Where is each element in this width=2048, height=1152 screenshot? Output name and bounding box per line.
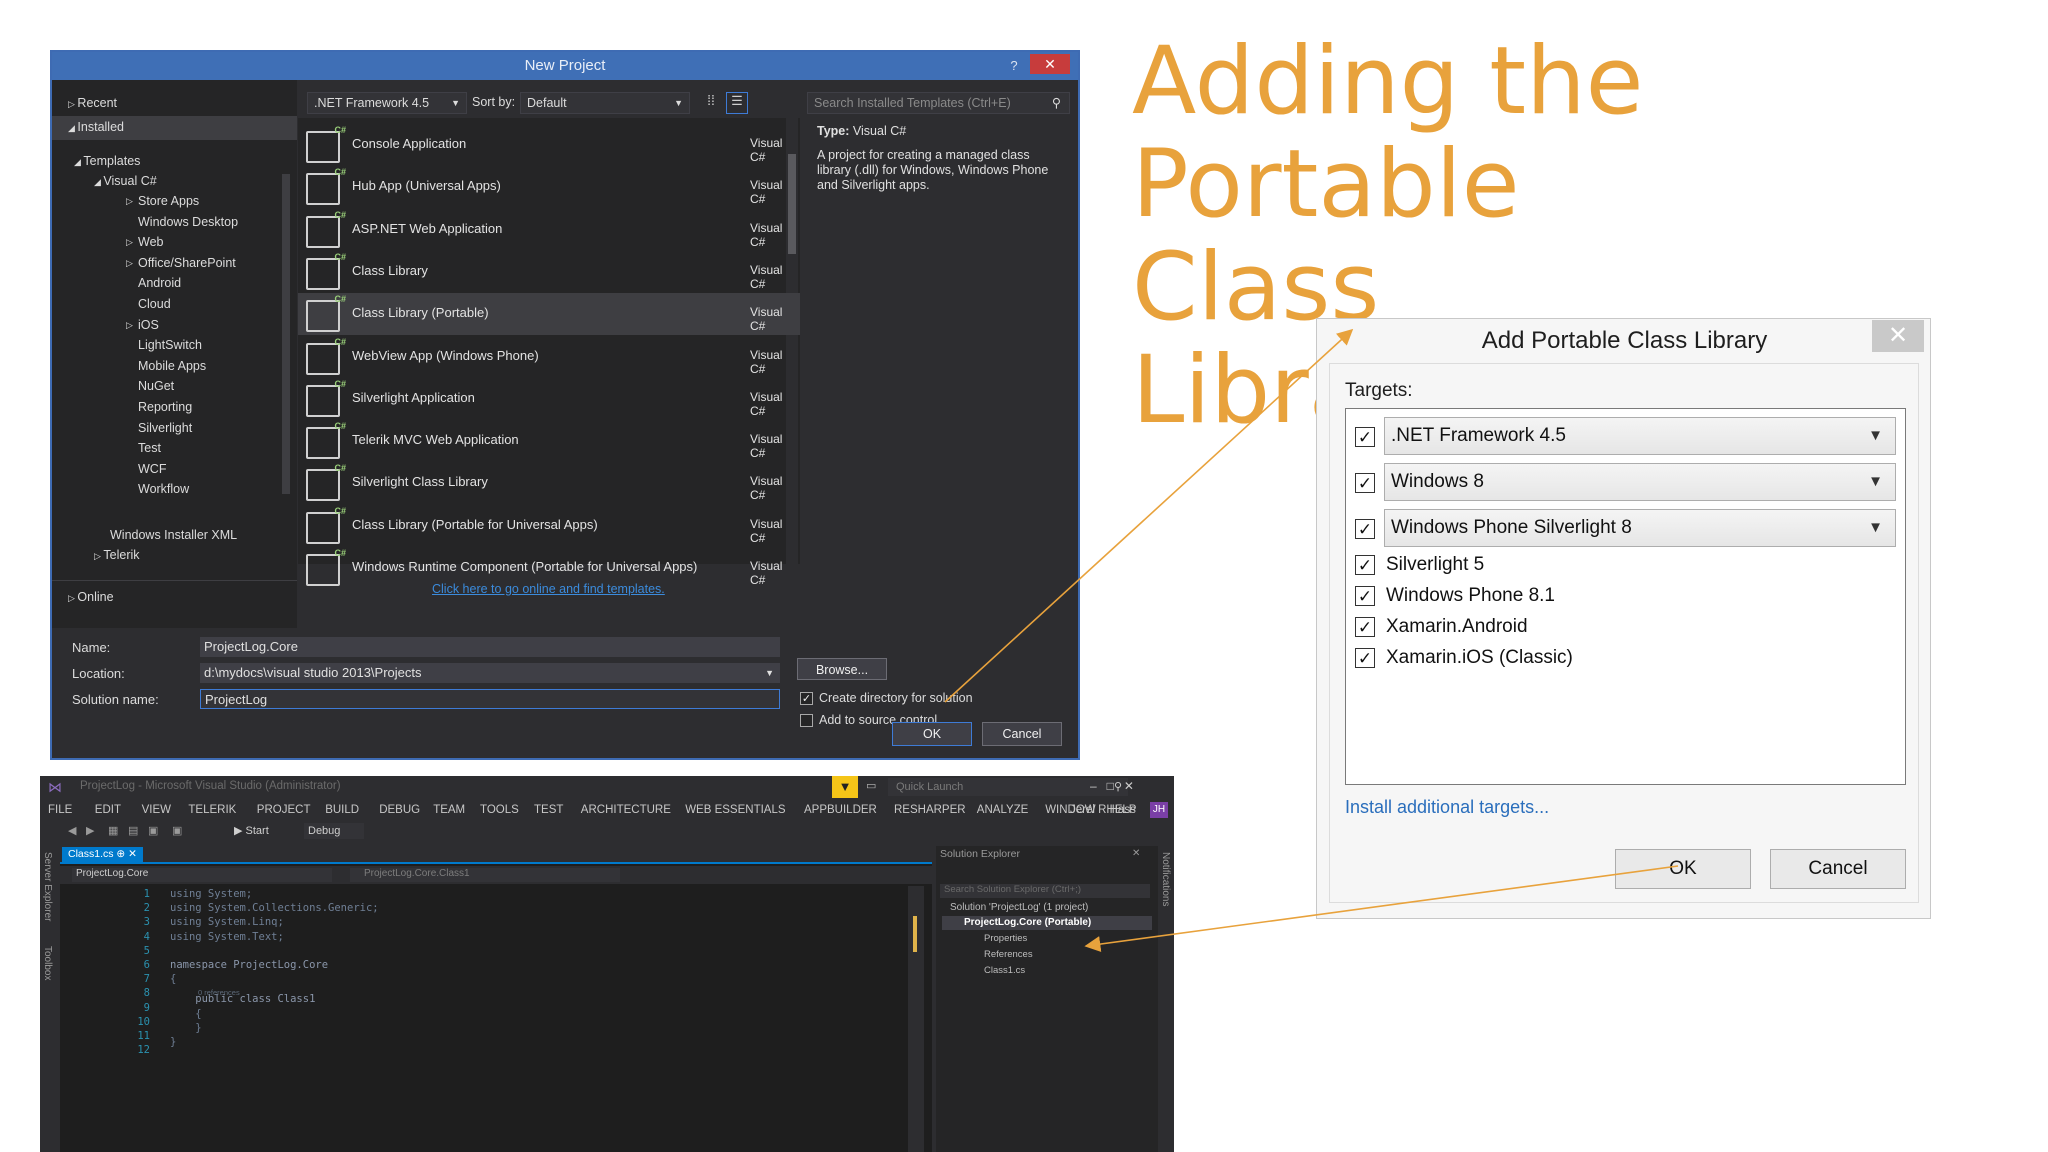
annotation-arrows [944,328,1679,952]
arrow-to-title [944,328,1354,703]
arrow-to-project [1084,865,1679,952]
